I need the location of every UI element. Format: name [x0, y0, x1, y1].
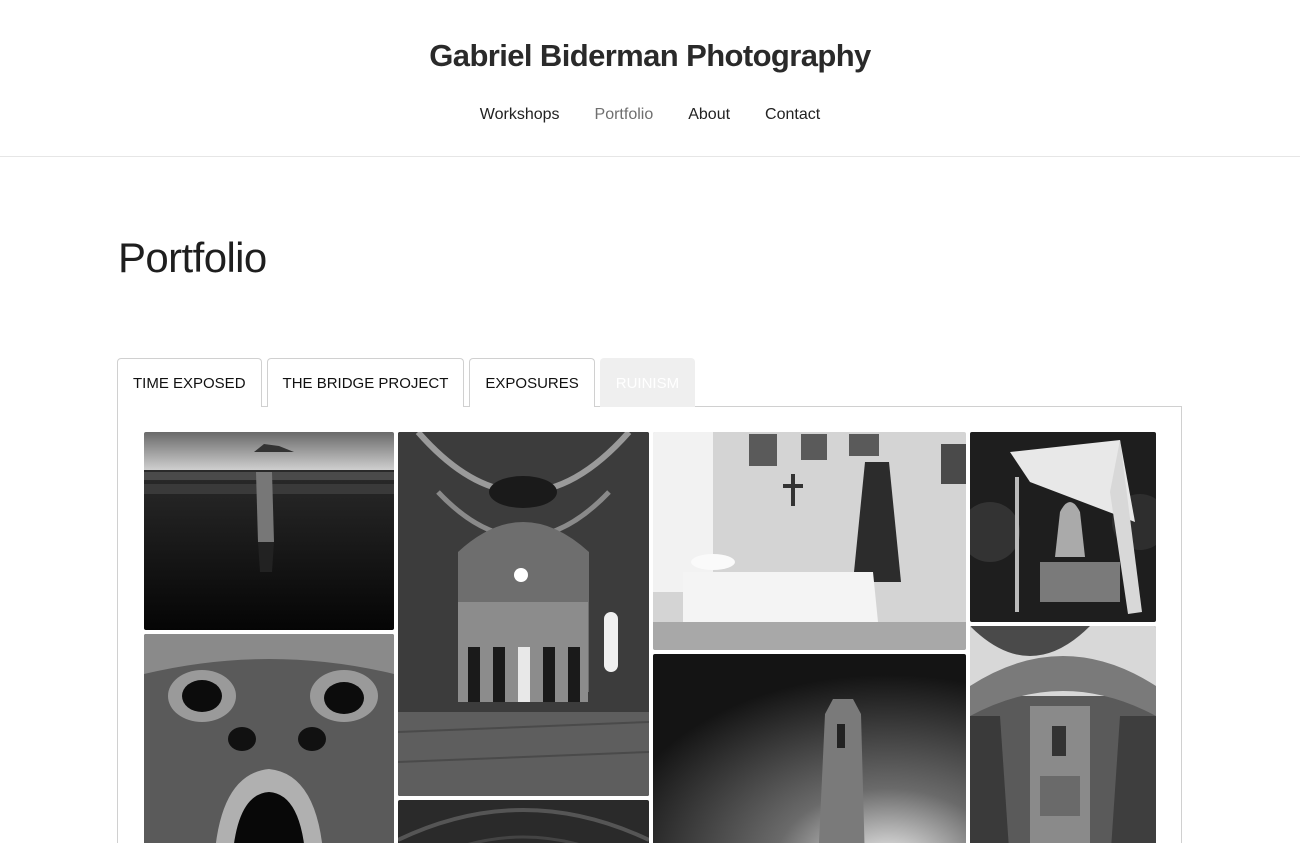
photo-dome-detail[interactable] [398, 800, 649, 843]
photo-pier-seascape[interactable] [144, 432, 394, 630]
tab-exposures[interactable]: EXPOSURES [469, 358, 595, 407]
photo-ruined-arch[interactable] [970, 626, 1156, 843]
photo-church-interior[interactable] [398, 432, 649, 796]
page-title: Portfolio [118, 234, 267, 281]
photo-draped-shrine[interactable] [970, 432, 1156, 622]
photo-stone-face[interactable] [144, 634, 394, 843]
photo-bedroom-cassock[interactable] [653, 432, 966, 650]
nav-portfolio[interactable]: Portfolio [595, 106, 654, 124]
tab-the-bridge-project[interactable]: THE BRIDGE PROJECT [266, 358, 465, 407]
tab-ruinism[interactable]: RUINISM [599, 358, 696, 407]
tab-time-exposed[interactable]: TIME EXPOSED [117, 358, 262, 407]
main-nav: Workshops Portfolio About Contact [0, 106, 1300, 124]
site-title[interactable]: Gabriel Biderman Photography [0, 38, 1300, 74]
nav-workshops[interactable]: Workshops [480, 106, 560, 124]
gallery-panel [117, 406, 1182, 843]
site-header: Gabriel Biderman Photography Workshops P… [0, 0, 1300, 157]
portfolio-tabs: TIME EXPOSED THE BRIDGE PROJECT EXPOSURE… [117, 358, 696, 407]
photo-ruined-tower-night[interactable] [653, 654, 966, 843]
nav-contact[interactable]: Contact [765, 106, 820, 124]
nav-about[interactable]: About [688, 106, 730, 124]
